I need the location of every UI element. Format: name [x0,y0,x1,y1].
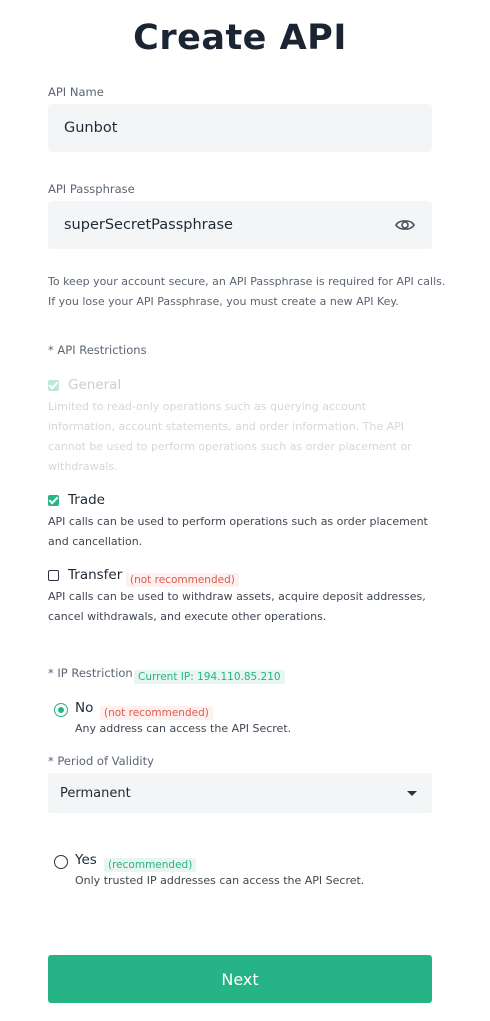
passphrase-note-1: To keep your account secure, an API Pass… [48,275,446,288]
ip-no-badge-wrap: (not recommended) [100,701,213,720]
ip-yes-badge-wrap: (recommended) [104,853,197,872]
current-ip-badge: Current IP: 194.110.85.210 [134,670,285,684]
transfer-desc-1: API calls can be used to withdraw assets… [48,590,426,603]
general-label: General [68,377,122,393]
api-name-value: Gunbot [64,120,118,136]
ip-yes-recommended-badge: (recommended) [104,858,197,872]
general-checkbox [48,380,59,391]
current-ip-wrap: Current IP: 194.110.85.210 [134,665,285,684]
trade-label[interactable]: Trade [68,492,105,508]
ip-no-label[interactable]: No [75,700,93,716]
transfer-not-recommended-badge: (not recommended) [126,573,239,587]
ip-no-desc: Any address can access the API Secret. [75,722,292,735]
eye-icon[interactable] [394,214,416,236]
caret-down-icon [407,791,417,796]
trade-desc-1: API calls can be used to perform operati… [48,515,428,528]
validity-select[interactable]: Permanent [48,773,432,813]
api-passphrase-value: superSecretPassphrase [64,217,233,233]
api-restrictions-label: * API Restrictions [48,343,147,357]
page-title: Create API [133,18,347,58]
ip-no-radio[interactable] [54,703,68,717]
ip-yes-radio[interactable] [54,855,68,869]
general-desc-1: Limited to read-only operations such as … [48,400,367,413]
api-passphrase-label: API Passphrase [48,182,135,196]
ip-yes-desc: Only trusted IP addresses can access the… [75,874,365,887]
validity-value: Permanent [60,785,131,801]
next-button[interactable]: Next [48,955,432,1003]
general-desc-4: withdrawals. [48,460,118,473]
transfer-checkbox[interactable] [48,570,59,581]
general-desc-2: information, account statements, and ord… [48,420,405,433]
transfer-label[interactable]: Transfer [68,567,122,583]
api-name-label: API Name [48,85,104,99]
transfer-desc-2: cancel withdrawals, and execute other op… [48,610,327,623]
trade-desc-2: and cancellation. [48,535,143,548]
ip-no-not-recommended-badge: (not recommended) [100,706,213,720]
trade-checkbox[interactable] [48,495,59,506]
ip-yes-label[interactable]: Yes [75,852,97,868]
api-passphrase-field[interactable]: superSecretPassphrase [48,201,432,249]
transfer-badge-wrap: (not recommended) [126,568,239,587]
general-desc-3: cannot be used to perform operations suc… [48,440,412,453]
validity-label: * Period of Validity [48,754,154,768]
ip-restriction-label: * IP Restriction [48,666,133,680]
api-name-field[interactable]: Gunbot [48,104,432,152]
passphrase-note-2: If you lose your API Passphrase, you mus… [48,295,399,308]
